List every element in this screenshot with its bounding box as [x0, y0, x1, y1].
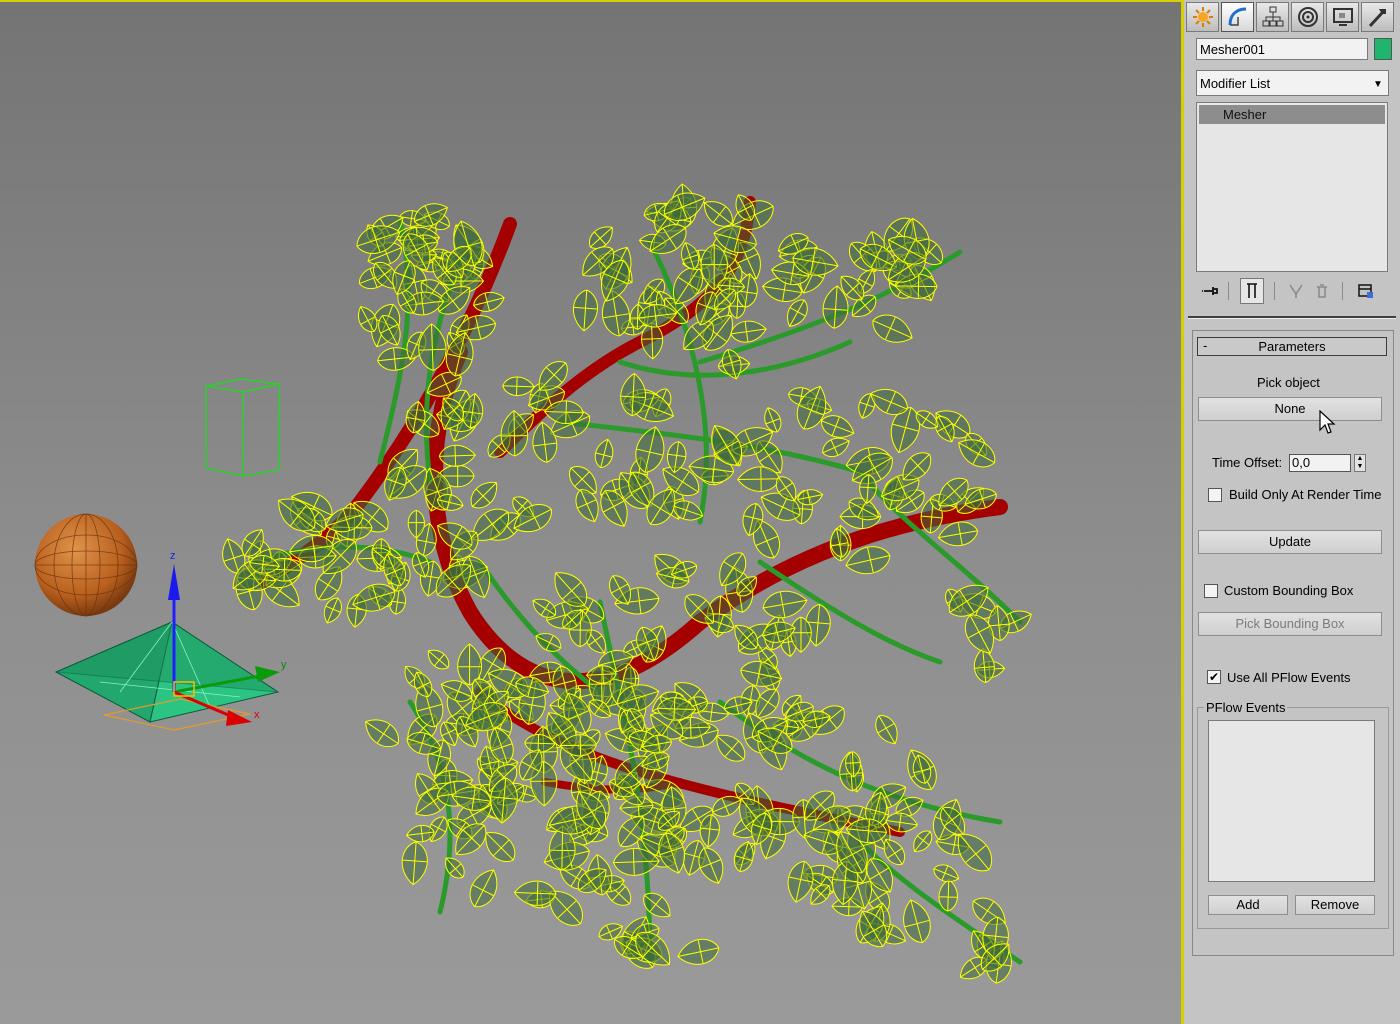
- leaf: [401, 841, 428, 886]
- leaf: [677, 938, 720, 965]
- show-end-result-icon: [1247, 283, 1257, 298]
- parameters-rollout-header[interactable]: - Parameters: [1197, 337, 1387, 356]
- pick-object-button[interactable]: None: [1198, 397, 1382, 421]
- viewport-scene[interactable]: z y x: [0, 2, 1181, 1024]
- perspective-viewport[interactable]: z y x: [0, 0, 1181, 1024]
- pflow-events-list[interactable]: [1208, 720, 1375, 882]
- leaf: [594, 438, 614, 469]
- use-all-pflow-checkbox[interactable]: ✔: [1207, 670, 1221, 684]
- modifier-list-label: Modifier List: [1200, 76, 1271, 91]
- display-icon: [1332, 8, 1353, 26]
- tab-motion[interactable]: [1291, 2, 1324, 32]
- leaf: [502, 376, 535, 396]
- hierarchy-icon: [1262, 6, 1283, 27]
- stack-item-mesher[interactable]: Mesher: [1199, 105, 1385, 124]
- pflow-events-group: PFlow Events Add Remove: [1197, 700, 1389, 929]
- leaf: [973, 647, 995, 684]
- build-only-label: Build Only At Render Time: [1229, 487, 1382, 502]
- axis-z-label: z: [170, 550, 176, 562]
- update-button[interactable]: Update: [1198, 530, 1382, 554]
- modifier-stack[interactable]: Mesher: [1196, 102, 1388, 272]
- pin-stack-button[interactable]: [1198, 278, 1222, 304]
- leaf: [427, 649, 450, 670]
- remove-modifier-button[interactable]: [1310, 278, 1334, 304]
- command-panel: Mesher001 Modifier List ▼ Mesher - Param…: [1184, 0, 1400, 1024]
- show-end-result-button[interactable]: [1240, 278, 1264, 304]
- configure-sets-button[interactable]: [1354, 278, 1378, 304]
- object-color-swatch[interactable]: [1374, 38, 1392, 60]
- remove-event-button[interactable]: Remove: [1295, 895, 1375, 915]
- tab-create[interactable]: [1186, 2, 1219, 32]
- leaf: [737, 466, 781, 492]
- parameters-rollout: - Parameters Pick object None Time Offse…: [1192, 330, 1394, 956]
- time-offset-input[interactable]: 0,0: [1289, 454, 1351, 472]
- toolbar-separator: [1342, 282, 1343, 300]
- pin-icon: [1202, 287, 1218, 295]
- tree-leaves: [222, 183, 1032, 984]
- pick-bbox-button[interactable]: Pick Bounding Box: [1198, 612, 1382, 636]
- custom-bbox-label: Custom Bounding Box: [1224, 583, 1354, 598]
- toolbar-separator: [1228, 282, 1229, 300]
- leaf: [913, 830, 933, 852]
- modify-icon: [1228, 7, 1246, 26]
- make-unique-icon: [1289, 284, 1303, 298]
- collapse-icon: -: [1203, 338, 1208, 353]
- pyramid-emitter[interactable]: [54, 621, 280, 731]
- panel-divider: [1188, 316, 1396, 319]
- custom-bbox-checkbox[interactable]: [1204, 584, 1218, 598]
- use-all-pflow-label: Use All PFlow Events: [1227, 670, 1351, 685]
- modifier-list-dropdown[interactable]: Modifier List ▼: [1196, 70, 1389, 96]
- object-name-field[interactable]: Mesher001: [1196, 38, 1368, 60]
- tab-hierarchy[interactable]: [1256, 2, 1289, 32]
- toolbar-separator: [1274, 282, 1275, 300]
- create-icon: [1192, 7, 1213, 27]
- pick-object-label: Pick object: [1257, 375, 1320, 390]
- axis-x-label: x: [254, 709, 260, 721]
- rollout-title: Parameters: [1258, 339, 1326, 354]
- mouse-cursor-icon: [1319, 410, 1336, 434]
- leaf: [573, 289, 598, 332]
- time-offset-label: Time Offset:: [1212, 455, 1283, 470]
- add-event-button[interactable]: Add: [1208, 895, 1288, 915]
- tab-utilities[interactable]: [1361, 2, 1394, 32]
- tab-modify[interactable]: [1221, 2, 1254, 32]
- box-gizmo[interactable]: [205, 378, 280, 477]
- motion-icon: [1297, 7, 1318, 27]
- stack-toolbar: [1196, 278, 1388, 304]
- leaf: [938, 878, 958, 912]
- tab-display[interactable]: [1326, 2, 1359, 32]
- command-panel-tabs: [1186, 2, 1394, 32]
- configure-icon: [1358, 284, 1373, 298]
- utilities-icon: [1368, 9, 1386, 28]
- axis-y-label: y: [281, 659, 287, 671]
- trash-icon: [1317, 284, 1327, 298]
- leaf: [438, 444, 476, 467]
- leaf: [575, 489, 599, 523]
- chevron-down-icon: ▼: [1373, 79, 1383, 90]
- build-only-checkbox[interactable]: [1208, 488, 1222, 502]
- leaf: [872, 314, 913, 343]
- leaf: [469, 869, 498, 908]
- leaf: [875, 715, 898, 745]
- sphere-object[interactable]: [34, 513, 138, 617]
- pflow-events-label: PFlow Events: [1204, 700, 1288, 715]
- time-offset-spinner[interactable]: ▲ ▼: [1354, 454, 1366, 472]
- make-unique-button[interactable]: [1284, 278, 1308, 304]
- leaf: [365, 719, 399, 748]
